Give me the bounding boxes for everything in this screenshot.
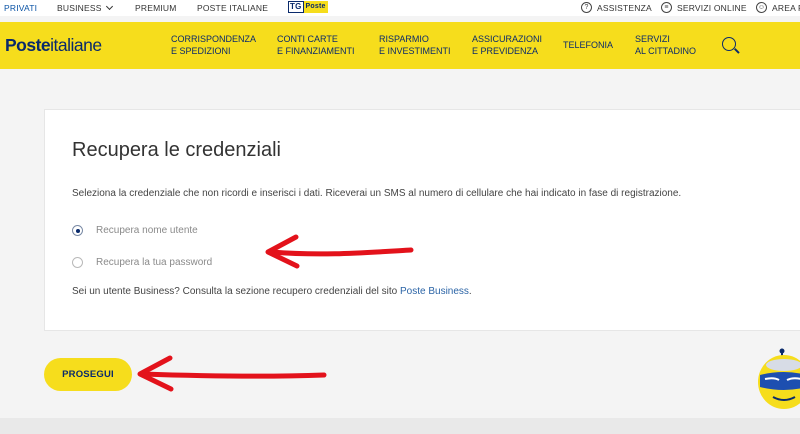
radio-recover-username[interactable]: [72, 225, 83, 236]
assistenza-link[interactable]: ASSISTENZA: [597, 3, 652, 13]
nav-line-1: ASSICURAZIONI: [472, 34, 543, 44]
area-personale-link[interactable]: AREA P: [772, 3, 800, 13]
services-list-icon: ≡: [661, 2, 672, 13]
logo-bold-text: Poste: [5, 35, 51, 55]
nav-privati-link[interactable]: PRIVATI: [4, 3, 37, 13]
chat-assistant-icon[interactable]: [757, 347, 800, 411]
option-label: Recupera nome utente: [96, 225, 198, 236]
nav-conti-carte[interactable]: CONTI CARTE E FINANZIAMENTI: [277, 33, 355, 57]
nav-line-1: SERVIZI: [635, 34, 670, 44]
nav-risparmio[interactable]: RISPARMIO E INVESTIMENTI: [379, 33, 451, 57]
nav-corrispondenza[interactable]: CORRISPONDENZA E SPEDIZIONI: [171, 33, 256, 57]
nav-premium-link[interactable]: PREMIUM: [135, 3, 177, 13]
question-icon: ?: [581, 2, 592, 13]
nav-line-2: AL CITTADINO: [635, 46, 697, 56]
nav-line-1: CONTI CARTE: [277, 34, 338, 44]
nav-servizi-cittadino[interactable]: SERVIZI AL CITTADINO: [635, 33, 696, 57]
poste-business-link[interactable]: Poste Business: [400, 286, 469, 297]
main-header: Posteitaliane CORRISPONDENZA E SPEDIZIONI…: [0, 22, 800, 69]
nav-line-2: E PREVIDENZA: [472, 46, 539, 56]
business-text: Sei un utente Business? Consulta la sezi…: [72, 286, 400, 297]
nav-assicurazioni[interactable]: ASSICURAZIONI E PREVIDENZA: [472, 33, 542, 57]
search-icon[interactable]: [722, 37, 736, 51]
tg-logo-left: TG: [288, 1, 304, 13]
business-label: BUSINESS: [57, 3, 102, 13]
nav-line-2: E INVESTIMENTI: [379, 46, 451, 56]
user-icon: ☺: [756, 2, 767, 13]
tg-poste-logo[interactable]: TG Poste: [288, 1, 328, 13]
nav-business-dropdown[interactable]: BUSINESS: [57, 2, 113, 13]
recover-credentials-card: Recupera le credenziali Seleziona la cre…: [44, 109, 800, 331]
nav-line-1: CORRISPONDENZA: [171, 34, 257, 44]
tg-logo-right: Poste: [303, 1, 328, 13]
instructions-text: Seleziona la credenziale che non ricordi…: [72, 188, 682, 199]
nav-line-1: RISPARMIO: [379, 34, 429, 44]
nav-line-1: TELEFONIA: [563, 40, 614, 50]
nav-line-2: E FINANZIAMENTI: [277, 46, 355, 56]
option-recover-password[interactable]: Recupera la tua password: [72, 257, 212, 268]
radio-recover-password[interactable]: [72, 257, 83, 268]
business-end: .: [468, 286, 472, 297]
servizi-online-link[interactable]: SERVIZI ONLINE: [677, 3, 747, 13]
option-recover-username[interactable]: Recupera nome utente: [72, 225, 198, 236]
utility-bar: PRIVATI BUSINESS PREMIUM POSTE ITALIANE …: [0, 0, 800, 16]
poste-italiane-logo[interactable]: Posteitaliane: [5, 35, 102, 56]
logo-regular-text: italiane: [50, 35, 102, 55]
nav-line-2: E SPEDIZIONI: [171, 46, 231, 56]
nav-telefonia[interactable]: TELEFONIA: [563, 39, 613, 51]
option-label: Recupera la tua password: [96, 257, 213, 268]
page-title: Recupera le credenziali: [72, 139, 282, 161]
business-info-text: Sei un utente Business? Consulta la sezi…: [72, 286, 472, 297]
arrow-to-prosegui-button: [137, 355, 327, 392]
nav-poste-italiane-link[interactable]: POSTE ITALIANE: [197, 3, 268, 13]
chevron-down-icon: [105, 2, 113, 11]
footer-strip: [0, 418, 800, 434]
prosegui-button[interactable]: PROSEGUI: [44, 358, 132, 391]
